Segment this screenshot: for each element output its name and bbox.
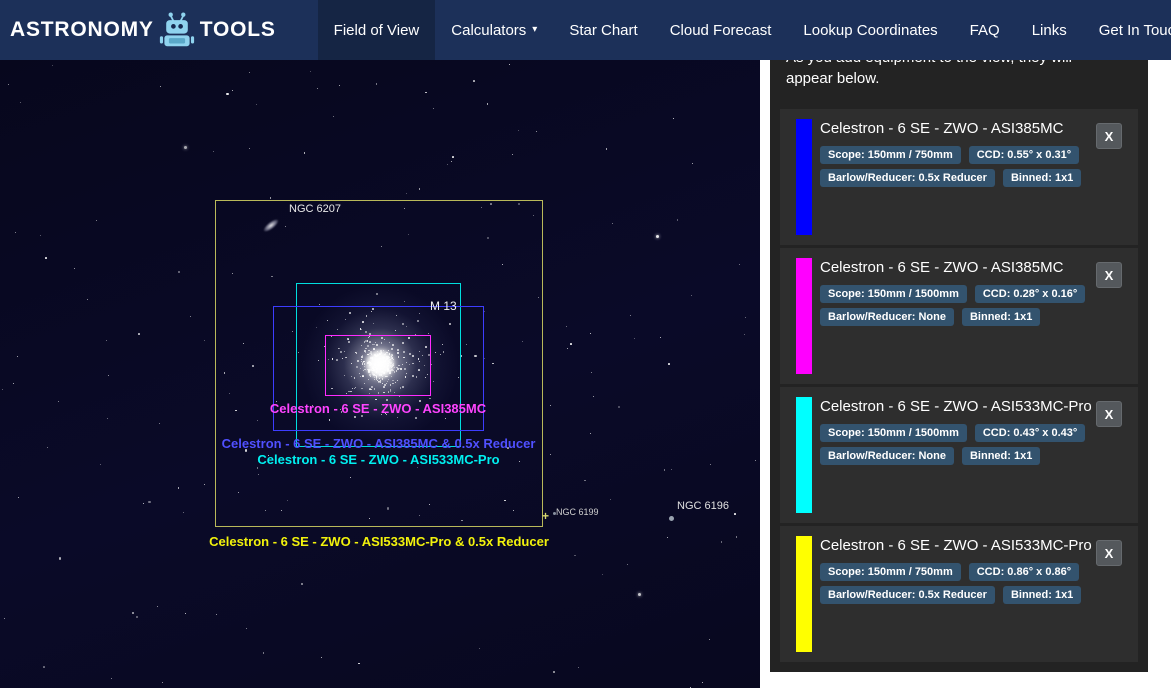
badge-row: Scope: 150mm / 750mm CCD: 0.86° x 0.86° bbox=[820, 563, 1110, 581]
fov-label: Celestron - 6 SE - ZWO - ASI533MC-Pro & … bbox=[209, 534, 549, 549]
equipment-card: Celestron - 6 SE - ZWO - ASI385MC X Scope:… bbox=[780, 109, 1138, 245]
spec-badge: Scope: 150mm / 750mm bbox=[820, 146, 961, 164]
spec-badges: Scope: 150mm / 1500mm CCD: 0.28° x 0.16° B… bbox=[820, 285, 1110, 331]
nav-item-label: Calculators bbox=[451, 21, 527, 39]
spec-badge: Scope: 150mm / 750mm bbox=[820, 563, 961, 581]
top-navbar: ASTRONOMY TOOLS Field of View Calculators… bbox=[0, 0, 1171, 60]
field-star bbox=[669, 516, 674, 521]
nav-item-label: Lookup Coordinates bbox=[803, 21, 938, 39]
spec-badge: CCD: 0.28° x 0.16° bbox=[974, 285, 1086, 303]
fov-color-bar bbox=[796, 397, 812, 513]
badge-row: Barlow/Reducer: None Binned: 1x1 bbox=[820, 447, 1110, 465]
fov-color-bar bbox=[796, 119, 812, 235]
equipment-card: Celestron - 6 SE - ZWO - ASI385MC X Scope:… bbox=[780, 248, 1138, 384]
spec-badge: Binned: 1x1 bbox=[961, 308, 1041, 326]
object-label: NGC 6196 bbox=[677, 500, 729, 512]
spec-badge: Binned: 1x1 bbox=[1002, 586, 1082, 604]
robot-icon bbox=[159, 12, 194, 47]
spec-badge: Scope: 150mm / 1500mm bbox=[820, 424, 967, 442]
equipment-title: Celestron - 6 SE - ZWO - ASI533MC-Pro bbox=[820, 537, 1092, 554]
spec-badge: CCD: 0.55° x 0.31° bbox=[968, 146, 1080, 164]
nav-item-label: Star Chart bbox=[569, 21, 638, 39]
crosshair-marker: + bbox=[542, 509, 550, 523]
nav-item-field-of-view[interactable]: Field of View bbox=[317, 0, 436, 60]
object-label: NGC 6199 bbox=[556, 507, 599, 517]
nav-item-faq[interactable]: FAQ bbox=[954, 0, 1016, 60]
chevron-down-icon: ▾ bbox=[532, 24, 538, 35]
nav-item-label: Links bbox=[1031, 21, 1067, 39]
nav-item-label: Get In Touch bbox=[1098, 21, 1171, 39]
nav-item-cloud-forecast[interactable]: Cloud Forecast bbox=[654, 0, 788, 60]
page: ASTRONOMY TOOLS Field of View Calculators… bbox=[0, 0, 1171, 688]
spec-badge: CCD: 0.86° x 0.86° bbox=[968, 563, 1080, 581]
main-nav: Field of View Calculators ▾ Star Chart Cloud… bbox=[317, 0, 1171, 60]
intro-text: As you add equipment to the view, they w… bbox=[786, 60, 1072, 87]
spec-badges: Scope: 150mm / 750mm CCD: 0.55° x 0.31° Ba… bbox=[820, 146, 1110, 192]
equipment-title: Celestron - 6 SE - ZWO - ASI385MC bbox=[820, 120, 1064, 137]
fov-label: Celestron - 6 SE - ZWO - ASI533MC-Pro bbox=[257, 452, 500, 467]
spec-badge: Binned: 1x1 bbox=[1002, 169, 1082, 187]
nav-item-label: Field of View bbox=[333, 21, 420, 39]
badge-row: Barlow/Reducer: 0.5x Reducer Binned: 1x1 bbox=[820, 586, 1110, 604]
nav-item-lookup-coordinates[interactable]: Lookup Coordinates bbox=[787, 0, 953, 60]
spec-badge: Binned: 1x1 bbox=[961, 447, 1041, 465]
spec-badge: CCD: 0.43° x 0.43° bbox=[974, 424, 1086, 442]
brand-logo[interactable]: ASTRONOMY TOOLS bbox=[10, 0, 276, 60]
star-chart[interactable]: Celestron - 6 SE - ZWO - ASI533MC-Pro & … bbox=[0, 60, 760, 688]
equipment-panel: As you add equipment to the view, they w… bbox=[770, 60, 1148, 672]
brand-text-right: TOOLS bbox=[199, 18, 276, 41]
fov-color-bar bbox=[796, 536, 812, 652]
equipment-card: Celestron - 6 SE - ZWO - ASI533MC-Pro X Sc… bbox=[780, 387, 1138, 523]
spec-badge: Barlow/Reducer: None bbox=[820, 447, 954, 465]
fov-label: Celestron - 6 SE - ZWO - ASI385MC bbox=[269, 401, 487, 416]
nav-item-get-in-touch[interactable]: Get In Touch bbox=[1083, 0, 1171, 60]
brand-text-left: ASTRONOMY bbox=[10, 18, 154, 41]
badge-row: Barlow/Reducer: None Binned: 1x1 bbox=[820, 308, 1110, 326]
fov-label: Celestron - 6 SE - ZWO - ASI385MC & 0.5x… bbox=[221, 436, 536, 451]
badge-row: Barlow/Reducer: 0.5x Reducer Binned: 1x1 bbox=[820, 169, 1110, 187]
equipment-title: Celestron - 6 SE - ZWO - ASI385MC bbox=[820, 259, 1064, 276]
nav-item-links[interactable]: Links bbox=[1016, 0, 1083, 60]
equipment-card-list: Celestron - 6 SE - ZWO - ASI385MC X Scope:… bbox=[770, 109, 1148, 662]
badge-row: Scope: 150mm / 1500mm CCD: 0.43° x 0.43° bbox=[820, 424, 1110, 442]
nav-item-label: FAQ bbox=[969, 21, 1000, 39]
spec-badge: Barlow/Reducer: 0.5x Reducer bbox=[820, 586, 995, 604]
nav-item-calculators[interactable]: Calculators ▾ bbox=[435, 0, 553, 60]
badge-row: Scope: 150mm / 1500mm CCD: 0.28° x 0.16° bbox=[820, 285, 1110, 303]
spec-badges: Scope: 150mm / 1500mm CCD: 0.43° x 0.43° B… bbox=[820, 424, 1110, 470]
equipment-title: Celestron - 6 SE - ZWO - ASI533MC-Pro bbox=[820, 398, 1092, 415]
spec-badge: Barlow/Reducer: 0.5x Reducer bbox=[820, 169, 995, 187]
badge-row: Scope: 150mm / 750mm CCD: 0.55° x 0.31° bbox=[820, 146, 1110, 164]
spec-badge: Barlow/Reducer: None bbox=[820, 308, 954, 326]
nav-item-star-chart[interactable]: Star Chart bbox=[553, 0, 653, 60]
nav-item-label: Cloud Forecast bbox=[669, 21, 772, 39]
fov-color-bar bbox=[796, 258, 812, 374]
object-label: NGC 6207 bbox=[289, 203, 341, 215]
equipment-card: Celestron - 6 SE - ZWO - ASI533MC-Pro X Sc… bbox=[780, 526, 1138, 662]
object-label: M 13 bbox=[430, 299, 457, 313]
fov-box bbox=[325, 335, 431, 396]
spec-badges: Scope: 150mm / 750mm CCD: 0.86° x 0.86° Ba… bbox=[820, 563, 1110, 609]
spec-badge: Scope: 150mm / 1500mm bbox=[820, 285, 967, 303]
